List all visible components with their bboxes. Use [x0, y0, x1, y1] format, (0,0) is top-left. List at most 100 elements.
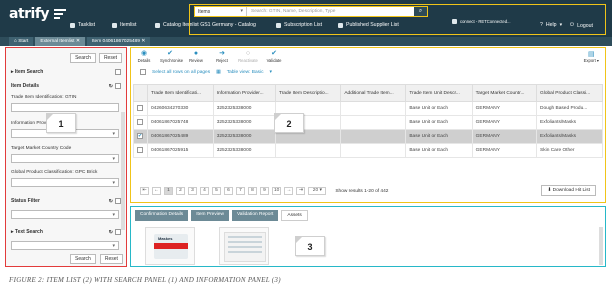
tab-start-label: Start — [18, 39, 29, 44]
tab-confirmation-details[interactable]: Confirmation Details — [135, 210, 189, 221]
tab-assets[interactable]: Assets — [281, 210, 308, 221]
synchronise-button[interactable]: ✔ Synchronise — [160, 50, 183, 63]
status-filter-select[interactable] — [11, 210, 119, 219]
close-icon[interactable]: ✕ — [141, 39, 145, 44]
gtin-label: Trade Item Identification: GTIN — [11, 95, 77, 100]
tab-start[interactable]: ⌂ Start — [9, 37, 34, 46]
column-header[interactable]: Trade Item Identificati... — [147, 84, 214, 102]
table-cell: Exfoliants/Masks — [536, 115, 603, 130]
circle-icon: ○ — [245, 50, 251, 57]
page-button[interactable]: 6 — [224, 187, 233, 195]
info-icon: ● — [193, 50, 199, 57]
info-tabs: Confirmation Details Item Preview Valida… — [135, 210, 308, 221]
asset-thumbnail[interactable]: Maskes — [145, 227, 195, 265]
scrollbar[interactable] — [121, 112, 125, 230]
table-row[interactable]: 04061867025748 3252325338000 Base Unit o… — [133, 115, 603, 130]
per-page-select[interactable]: 20 ▾ — [308, 187, 327, 195]
status-filter-header[interactable]: Status Filter ↻ — [11, 198, 121, 204]
item-search-header[interactable]: ▸ Item Search — [11, 69, 121, 75]
row-checkbox[interactable] — [137, 147, 143, 154]
select-all-label[interactable]: Select all rows on all pages — [152, 70, 210, 75]
item-details-label: Item Details — [11, 83, 40, 89]
page-button[interactable]: 8 — [248, 187, 257, 195]
nav-itemlist[interactable]: Itemlist — [112, 22, 136, 28]
column-header[interactable]: Global Product Classi... — [536, 84, 603, 102]
column-header[interactable]: Information Provider... — [212, 84, 276, 102]
collapse-icon[interactable] — [115, 69, 121, 75]
review-button[interactable]: ● Review — [186, 50, 206, 63]
text-search-header[interactable]: ▸ Text Search ↻ — [11, 229, 121, 235]
product-label: Maskes — [158, 236, 173, 241]
asset-thumbnail[interactable] — [219, 227, 269, 265]
table-view-select[interactable]: Table view: Basic — [227, 70, 264, 75]
item-toolbar: ◉ Details ✔ Synchronise ● Review ➜ Reject ○ R… — [134, 50, 284, 63]
details-button[interactable]: ◉ Details — [134, 50, 154, 63]
page-button[interactable]: 3 — [188, 187, 197, 195]
search-button[interactable]: Search — [70, 53, 96, 63]
table-cell — [340, 143, 407, 158]
tab-external-itemlist[interactable]: External Itemlist ✕ — [35, 37, 85, 46]
check-icon: ✔ — [271, 50, 277, 57]
page-button[interactable]: 1 — [164, 187, 173, 195]
table-row[interactable]: 04260634270330 3252325338000 Base Unit o… — [133, 101, 603, 116]
item-search-label: Item Search — [14, 69, 44, 75]
text-search-select[interactable] — [11, 241, 119, 250]
prev-page-button[interactable]: ← — [152, 187, 161, 195]
page-button[interactable]: 7 — [236, 187, 245, 195]
page-button[interactable]: 2 — [176, 187, 185, 195]
table-row-selected[interactable]: ✔ 04061867025489 3252325338000 Base Unit… — [133, 129, 603, 144]
app-logo[interactable]: atrify — [9, 6, 50, 22]
reset-button[interactable]: Reset — [99, 254, 123, 264]
page-button[interactable]: 10 — [272, 187, 282, 195]
next-page-button[interactable]: → — [284, 187, 294, 195]
reject-button[interactable]: ➜ Reject — [212, 50, 232, 63]
tab-validation-report[interactable]: Validation Report — [231, 210, 279, 221]
reactivate-button[interactable]: ○ Reactivate — [238, 50, 258, 63]
check-icon: ✔ — [167, 50, 173, 57]
search-panel: Search Reset ▸ Item Search Item Details ↻… — [5, 47, 127, 267]
item-details-header[interactable]: Item Details ↻ — [11, 83, 121, 89]
tasklist-icon — [70, 22, 75, 28]
table-cell: Exfoliants/Masks — [536, 129, 603, 144]
gtin-field[interactable] — [11, 103, 119, 112]
row-checkbox[interactable] — [137, 119, 143, 126]
scrollbar[interactable] — [599, 227, 603, 265]
table-header-row: Trade Item Identificati... Information P… — [133, 84, 603, 102]
page-button[interactable]: 5 — [212, 187, 221, 195]
refresh-icon[interactable]: ↻ — [109, 83, 113, 89]
collapse-icon[interactable] — [115, 83, 121, 89]
table-cell: GERMANY — [471, 143, 538, 158]
page-button[interactable]: 9 — [260, 187, 269, 195]
table-row[interactable]: 04061867025915 3252325338000 Base Unit o… — [133, 143, 603, 158]
select-all-checkbox[interactable] — [140, 69, 146, 75]
reset-button[interactable]: Reset — [98, 53, 122, 63]
table-cell: GERMANY — [471, 101, 538, 116]
column-header[interactable]: Trade Item Descriptio... — [274, 84, 342, 102]
callout-1: 1 — [46, 113, 76, 133]
tab-item-preview[interactable]: Item Preview — [191, 210, 229, 221]
row-checkbox[interactable] — [137, 105, 143, 112]
target-market-select[interactable] — [11, 154, 119, 163]
gpc-select[interactable] — [11, 178, 119, 187]
validate-button[interactable]: ✔ Validate — [264, 50, 284, 63]
page-button[interactable]: 4 — [200, 187, 209, 195]
column-header[interactable]: Additional Trade Item... — [340, 84, 407, 102]
per-page-value: 20 — [312, 188, 319, 193]
export-button[interactable]: ▤ Export ▾ — [584, 50, 599, 63]
row-select-cell — [133, 101, 148, 116]
refresh-icon[interactable]: ↻ — [109, 229, 113, 235]
close-icon[interactable]: ✕ — [76, 39, 80, 44]
nav-tasklist[interactable]: Tasklist — [70, 22, 95, 28]
column-header[interactable]: Target Market Countr... — [471, 84, 538, 102]
row-checkbox-checked[interactable]: ✔ — [137, 133, 143, 140]
document-line — [228, 251, 262, 253]
pagination: ⇤ ← 1 2 3 4 5 6 7 8 9 10 → ⇥ 20 ▾ Show r… — [140, 187, 388, 195]
reject-label: Reject — [216, 58, 228, 63]
tab-item-detail[interactable]: Item 04061867025489 ✕ — [86, 37, 151, 46]
download-hit-list-button[interactable]: ⬇ Download Hit List — [541, 185, 596, 196]
last-page-button[interactable]: ⇥ — [296, 187, 306, 195]
search-button[interactable]: Search — [70, 254, 96, 264]
first-page-button[interactable]: ⇤ — [140, 187, 149, 195]
column-header[interactable]: Trade Item Unit Descr... — [405, 84, 473, 102]
refresh-icon[interactable]: ↻ — [109, 198, 113, 204]
